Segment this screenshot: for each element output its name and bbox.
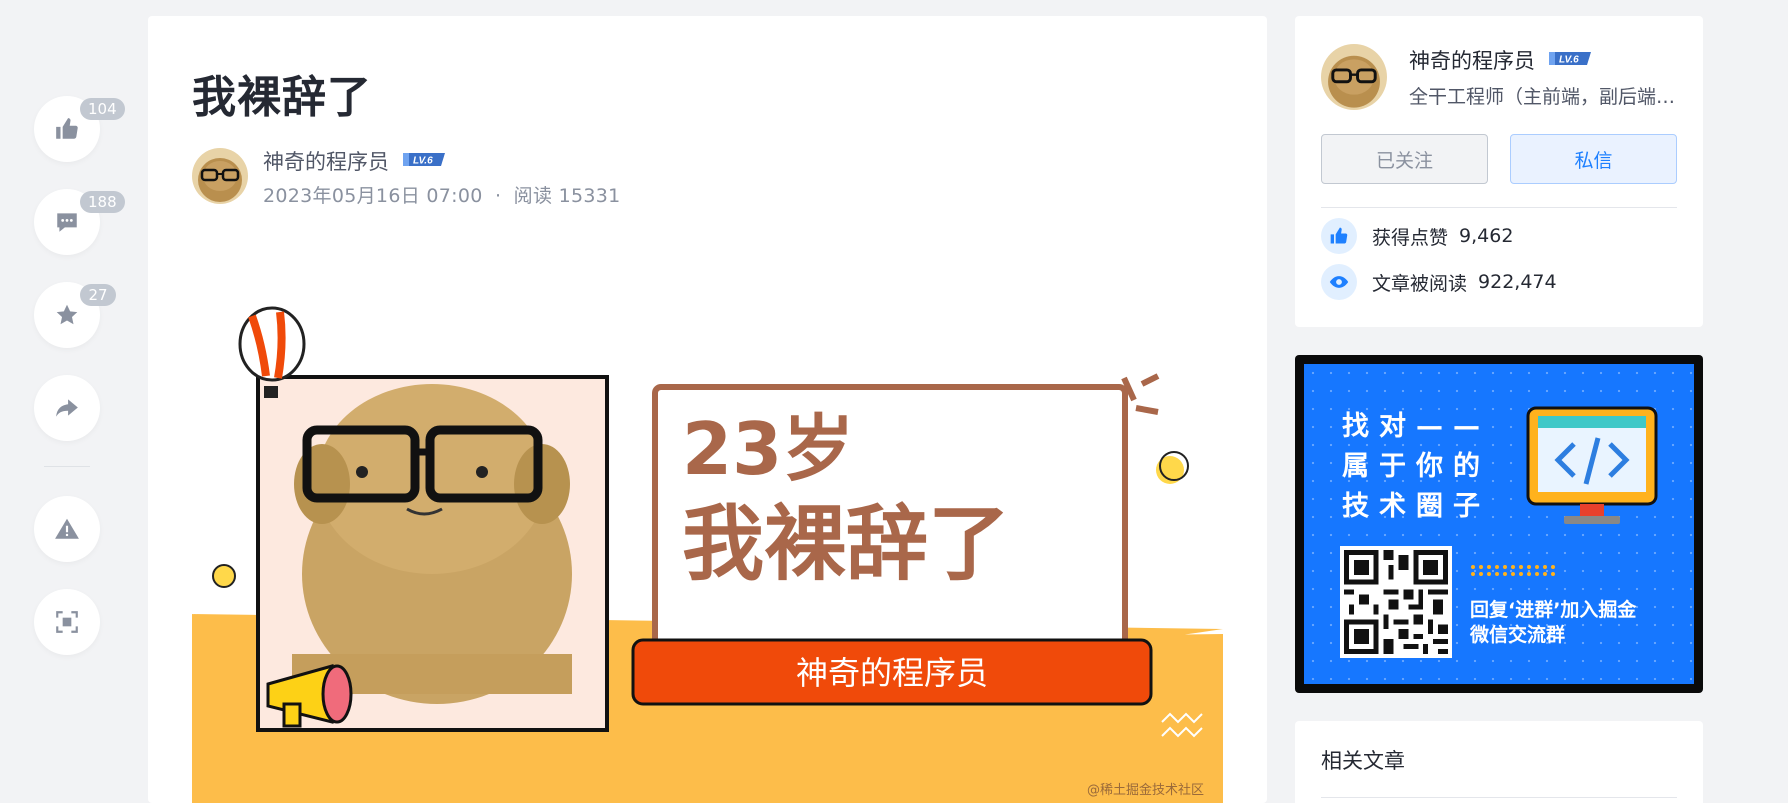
level-text: LV.6 bbox=[413, 156, 433, 167]
qr-code-icon bbox=[1344, 550, 1448, 654]
private-message-button[interactable]: 私信 bbox=[1510, 134, 1677, 184]
meta-separator: · bbox=[494, 185, 502, 207]
related-articles: 相关文章 bbox=[1295, 721, 1703, 803]
like-button[interactable]: 104 bbox=[34, 96, 125, 162]
article-meta: 2023年05月16日 07:00 · 阅读 15331 bbox=[263, 181, 621, 208]
qr-code[interactable] bbox=[1340, 546, 1452, 658]
read-count: 15331 bbox=[558, 185, 621, 207]
ad-line2: 属于你的 bbox=[1342, 451, 1490, 482]
comment-icon bbox=[57, 213, 77, 232]
comment-count-badge: 188 bbox=[80, 191, 125, 213]
collect-count-badge: 27 bbox=[80, 284, 116, 306]
dots-decoration bbox=[1471, 565, 1555, 576]
likes-stat: 获得点赞 9,462 bbox=[1321, 218, 1513, 254]
ad-inner: 找对—— 属于你的 技术圈子 回复‘进群’加入掘金 微信交流群 bbox=[1304, 364, 1694, 684]
likes-label: 获得点赞 bbox=[1372, 226, 1449, 249]
banner-line2: 我裸辞了 bbox=[682, 497, 1010, 592]
thumbs-up-icon bbox=[56, 118, 78, 139]
author-avatar[interactable] bbox=[192, 148, 248, 204]
card-author-name[interactable]: 神奇的程序员 bbox=[1409, 45, 1535, 75]
article-cover-image: 23岁 我裸辞了 神奇的程序员 @稀土掘金技术社区 bbox=[192, 304, 1223, 803]
article-container: 我裸辞了 神奇的程序员 LV.6 2023年05月16日 07:00 · 阅读 … bbox=[148, 16, 1267, 803]
monkey-avatar-icon bbox=[192, 148, 248, 204]
comment-button[interactable]: 188 bbox=[34, 189, 125, 255]
reads-icon-wrap bbox=[1321, 264, 1357, 300]
star-icon bbox=[56, 304, 78, 325]
cover-illustration: 23岁 我裸辞了 神奇的程序员 @稀土掘金技术社区 bbox=[192, 306, 1223, 803]
thumbs-up-icon bbox=[1330, 227, 1348, 244]
ad-line3: 技术圈子 bbox=[1342, 491, 1490, 522]
ad-sub1: 回复‘进群’加入掘金 bbox=[1470, 599, 1637, 621]
fullscreen-button[interactable] bbox=[34, 589, 100, 655]
author-name[interactable]: 神奇的程序员 bbox=[263, 146, 389, 176]
warning-icon bbox=[55, 518, 79, 539]
collect-button[interactable]: 27 bbox=[34, 282, 116, 348]
related-divider bbox=[1321, 797, 1677, 798]
card-author-avatar[interactable] bbox=[1321, 44, 1387, 110]
card-level-text: LV.6 bbox=[1559, 55, 1579, 66]
article-title: 我裸辞了 bbox=[192, 72, 372, 123]
reads-value: 922,474 bbox=[1478, 271, 1557, 293]
report-button[interactable] bbox=[34, 496, 100, 562]
read-label: 阅读 bbox=[513, 185, 553, 207]
share-icon bbox=[56, 399, 78, 417]
like-count-badge: 104 bbox=[80, 98, 125, 120]
likes-icon-wrap bbox=[1321, 218, 1357, 254]
reads-stat: 文章被阅读 922,474 bbox=[1321, 264, 1557, 300]
panel-divider bbox=[44, 466, 90, 467]
publish-time: 2023年05月16日 07:00 bbox=[263, 185, 483, 207]
likes-value: 9,462 bbox=[1459, 225, 1514, 247]
community-ad-banner[interactable]: 找对—— 属于你的 技术圈子 回复‘进群’加入掘金 微信交流群 bbox=[1295, 355, 1703, 693]
related-title: 相关文章 bbox=[1321, 749, 1405, 773]
banner-author: 神奇的程序员 bbox=[796, 654, 988, 692]
level-badge-icon: LV.6 bbox=[1549, 52, 1591, 66]
banner-watermark: @稀土掘金技术社区 bbox=[1087, 782, 1204, 798]
reads-label: 文章被阅读 bbox=[1372, 272, 1468, 295]
monitor-code-icon bbox=[1526, 406, 1658, 524]
banner-line1: 23岁 bbox=[682, 407, 854, 491]
share-button[interactable] bbox=[34, 375, 100, 441]
monkey-avatar-icon bbox=[1321, 44, 1387, 110]
level-badge-icon: LV.6 bbox=[403, 153, 445, 167]
card-author-description: 全干工程师（主前端，副后端… bbox=[1409, 86, 1676, 108]
card-divider bbox=[1321, 207, 1677, 208]
focus-icon bbox=[56, 611, 78, 633]
followed-button[interactable]: 已关注 bbox=[1321, 134, 1488, 184]
ad-line1: 找对—— bbox=[1342, 411, 1490, 442]
ad-sub2: 微信交流群 bbox=[1470, 624, 1566, 646]
author-card: 神奇的程序员 LV.6 全干工程师（主前端，副后端… 已关注 私信 获得点赞 9… bbox=[1295, 16, 1703, 327]
eye-icon bbox=[1329, 276, 1349, 288]
